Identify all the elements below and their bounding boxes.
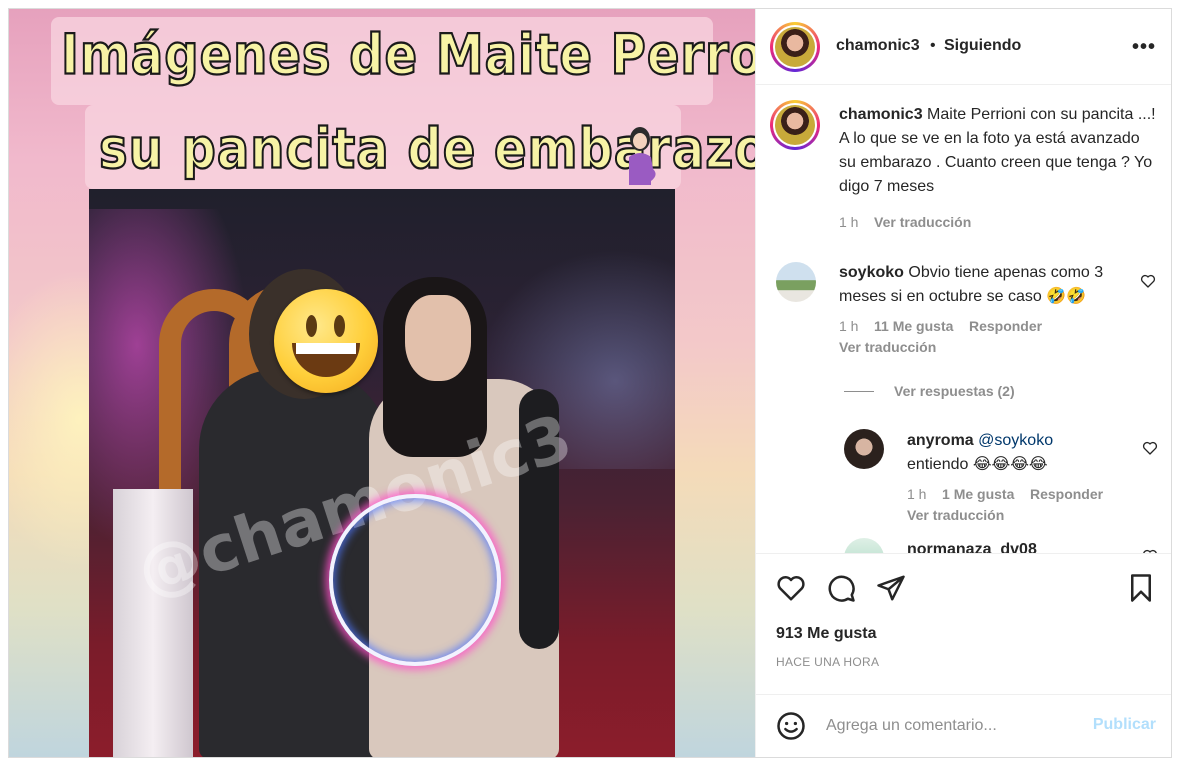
person-right-face [405, 295, 471, 381]
more-options-icon[interactable]: ••• [1132, 36, 1156, 59]
caption-translate-link[interactable]: Ver traducción [874, 214, 971, 230]
post-window: Imágenes de Maite Perroni con su pancita… [8, 8, 1172, 758]
comment-emoji: 🤣🤣 [1046, 288, 1087, 305]
comment-icon[interactable] [826, 573, 856, 603]
comment-text: soykoko Obvio tiene apenas como 3 meses … [839, 261, 1129, 309]
comment-likes[interactable]: 11 Me gusta [874, 318, 953, 334]
caption-time[interactable]: 1 h [839, 214, 858, 230]
view-replies-button[interactable]: Ver respuestas (2) [894, 383, 1015, 399]
comment-input[interactable] [826, 709, 1076, 743]
post-timestamp[interactable]: HACE UNA HORA [776, 655, 879, 669]
bookmark-icon[interactable] [1126, 573, 1156, 603]
comment-reply-button[interactable]: Responder [969, 318, 1042, 334]
highlight-ring [329, 494, 501, 666]
author-username[interactable]: chamonic3 [836, 37, 920, 55]
reply-translate-link[interactable]: Ver traducción [907, 507, 1004, 523]
caption-author-avatar[interactable] [770, 100, 820, 150]
post-photo: @chamonic3 [89, 189, 675, 757]
likes-count[interactable]: 913 Me gusta [776, 625, 876, 643]
following-button[interactable]: Siguiendo [944, 37, 1021, 55]
caption-text: chamonic3 Maite Perrioni con su pancita … [839, 103, 1157, 199]
reply-meta: 1 h 1 Me gusta Responder [907, 486, 1103, 502]
post-media[interactable]: Imágenes de Maite Perroni con su pancita… [9, 9, 755, 757]
add-comment-bar: Publicar [756, 695, 1171, 757]
header-separator: • [930, 37, 936, 54]
reply-text: normanaza_dv08 [907, 538, 1037, 553]
smiley-face-icon [274, 289, 378, 393]
caption-username[interactable]: chamonic3 [839, 106, 923, 123]
reply-like-heart-icon[interactable] [1142, 548, 1158, 554]
media-caption-line-1: Imágenes de Maite Perroni con [60, 22, 755, 89]
comments-list[interactable]: chamonic3 Maite Perrioni con su pancita … [756, 86, 1171, 554]
reply-reply-button[interactable]: Responder [1030, 486, 1103, 502]
author-avatar[interactable] [770, 22, 820, 72]
reply-body: entiendo [907, 456, 969, 473]
reply-like-heart-icon[interactable] [1142, 440, 1158, 456]
reply-username[interactable]: anyroma [907, 432, 974, 449]
comment-avatar[interactable] [776, 262, 816, 302]
reply-text: anyroma @soykoko entiendo 😂😂😂😂 [907, 429, 1127, 477]
share-send-icon[interactable] [876, 573, 906, 603]
reply-mention[interactable]: @soykoko [978, 432, 1053, 449]
post-side-panel: chamonic3 • Siguiendo ••• chamonic3 Mait… [755, 9, 1171, 757]
replies-divider [844, 391, 874, 392]
like-heart-icon[interactable] [776, 573, 806, 603]
pregnant-woman-icon [629, 127, 656, 185]
caption-meta: 1 h Ver traducción [839, 214, 971, 230]
comment-time[interactable]: 1 h [839, 318, 858, 334]
comment-meta: 1 h 11 Me gusta Responder [839, 318, 1042, 334]
comment-username[interactable]: soykoko [839, 264, 904, 281]
emoji-picker-icon[interactable] [776, 711, 806, 741]
post-actions: 913 Me gusta HACE UNA HORA [756, 555, 1171, 695]
comment-like-heart-icon[interactable] [1140, 273, 1156, 289]
comment-translate-link[interactable]: Ver traducción [839, 339, 936, 355]
reply-avatar[interactable] [844, 538, 884, 553]
post-header: chamonic3 • Siguiendo ••• [756, 9, 1171, 85]
reply-avatar[interactable] [844, 429, 884, 469]
reply-emoji: 😂😂😂😂 [972, 456, 1048, 473]
reply-time[interactable]: 1 h [907, 486, 926, 502]
reply-likes[interactable]: 1 Me gusta [942, 486, 1014, 502]
publish-button[interactable]: Publicar [1093, 716, 1156, 734]
reply-username[interactable]: normanaza_dv08 [907, 541, 1037, 553]
